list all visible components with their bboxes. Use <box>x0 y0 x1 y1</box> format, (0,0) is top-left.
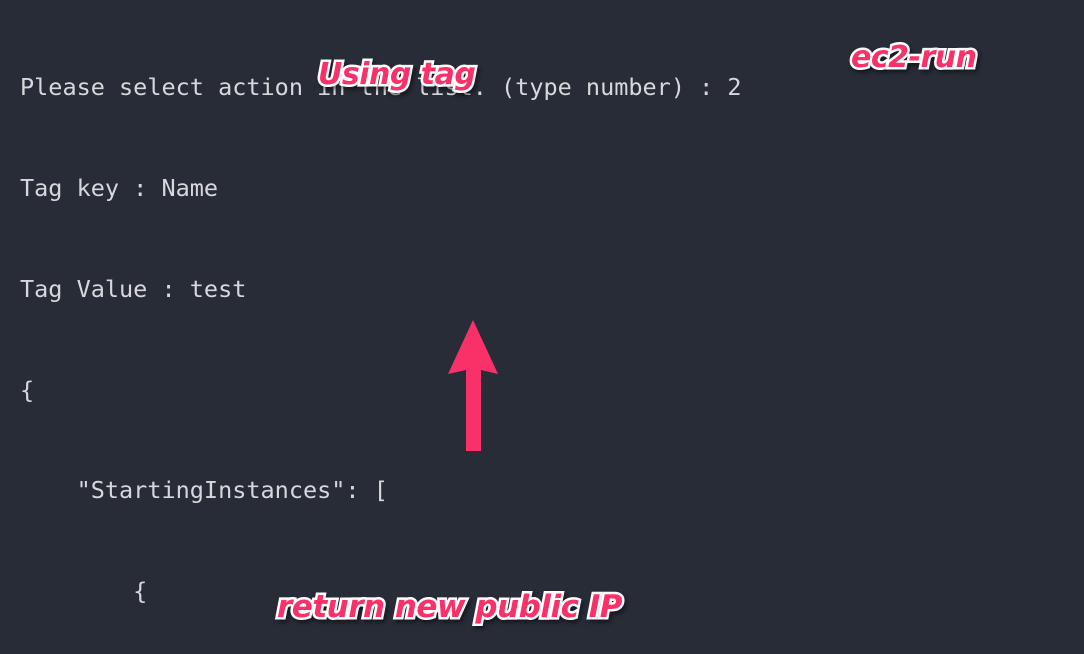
annotation-using-tag: Using tag <box>315 55 478 95</box>
annotation-ec2-run: ec2-run <box>848 38 979 78</box>
terminal-line: Tag key : Name <box>20 173 219 202</box>
terminal-line: "StartingInstances": [ <box>20 476 388 505</box>
annotation-return-new-public-ip: return new public IP <box>274 587 625 628</box>
terminal-line: Please select action in the list. (type … <box>20 73 742 102</box>
terminal-output: Please select action in the list. (type … <box>0 0 1084 654</box>
terminal-screenshot: Please select action in the list. (type … <box>0 0 1084 654</box>
terminal-line: Tag Value : test <box>20 274 247 303</box>
arrow-up-icon <box>448 320 498 451</box>
terminal-line: { <box>20 375 35 404</box>
